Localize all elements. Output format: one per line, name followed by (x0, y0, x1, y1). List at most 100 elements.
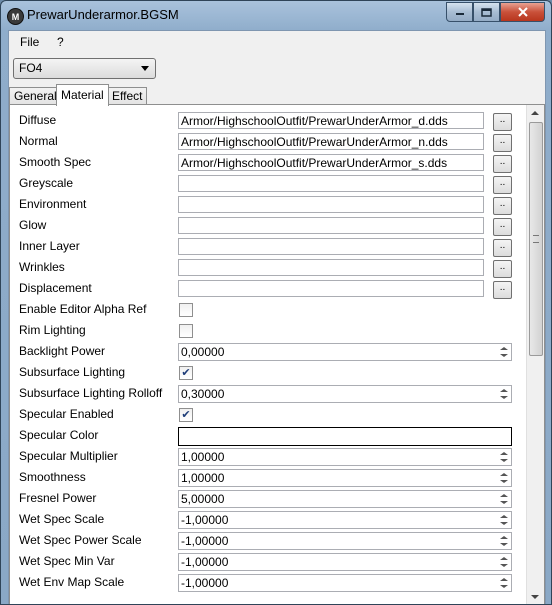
spin-up-icon[interactable] (500, 452, 508, 455)
checkbox[interactable] (179, 324, 193, 338)
texture-label: Diffuse (19, 113, 57, 127)
texture-path-field[interactable] (178, 217, 484, 234)
grip-icon (533, 235, 539, 243)
number-field[interactable]: -1,00000 (178, 574, 512, 592)
spin-buttons[interactable] (497, 533, 511, 549)
number-field[interactable]: 5,00000 (178, 490, 512, 508)
texture-path-field[interactable] (178, 259, 484, 276)
property-label: Wet Spec Min Var (19, 554, 115, 568)
browse-button[interactable]: .. (493, 281, 512, 299)
property-row: Wet Env Map Scale -1,00000 (10, 572, 520, 593)
close-button[interactable] (500, 2, 545, 22)
texture-label: Wrinkles (19, 260, 65, 274)
spin-buttons[interactable] (497, 554, 511, 570)
vertical-scrollbar[interactable] (526, 105, 544, 604)
property-row: Wet Spec Power Scale -1,00000 (10, 530, 520, 551)
texture-row: Greyscale.. (10, 173, 520, 194)
texture-path-field[interactable]: Armor/HighschoolOutfit/PrewarUnderArmor_… (178, 112, 484, 129)
scroll-up-icon[interactable] (531, 111, 539, 115)
spin-down-icon[interactable] (500, 522, 508, 525)
texture-path-field[interactable]: Armor/HighschoolOutfit/PrewarUnderArmor_… (178, 154, 484, 171)
browse-button[interactable]: .. (493, 197, 512, 215)
browse-button[interactable]: .. (493, 218, 512, 236)
spin-up-icon[interactable] (500, 536, 508, 539)
spin-down-icon[interactable] (500, 564, 508, 567)
browse-button[interactable]: .. (493, 134, 512, 152)
material-panel: Diffuse Armor/HighschoolOutfit/PrewarUnde… (9, 104, 545, 604)
spin-buttons[interactable] (497, 491, 511, 507)
property-label: Specular Enabled (19, 407, 114, 421)
spin-buttons[interactable] (497, 449, 511, 465)
app-window: M PrewarUnderarmor.BGSM File ? FO4 Gener… (0, 0, 552, 605)
property-row: Subsurface Lighting ✔ (10, 362, 520, 383)
texture-path-field[interactable] (178, 238, 484, 255)
texture-path-field[interactable]: Armor/HighschoolOutfit/PrewarUnderArmor_… (178, 133, 484, 150)
title-bar[interactable]: M PrewarUnderarmor.BGSM (1, 1, 551, 29)
spin-buttons[interactable] (497, 344, 511, 360)
texture-row: Glow.. (10, 215, 520, 236)
browse-button[interactable]: .. (493, 113, 512, 131)
spin-up-icon[interactable] (500, 515, 508, 518)
texture-row: Wrinkles.. (10, 257, 520, 278)
number-field[interactable]: 1,00000 (178, 469, 512, 487)
tab-effect[interactable]: Effect (107, 87, 148, 105)
texture-label: Greyscale (19, 176, 74, 190)
scroll-down-icon[interactable] (531, 595, 539, 599)
texture-path-field[interactable] (178, 175, 484, 192)
texture-path-field[interactable] (178, 280, 484, 297)
spin-down-icon[interactable] (500, 396, 508, 399)
menu-help[interactable]: ? (57, 35, 64, 49)
property-label: Fresnel Power (19, 491, 97, 505)
menu-file[interactable]: File (20, 35, 39, 49)
number-field[interactable]: -1,00000 (178, 553, 512, 571)
number-field[interactable]: -1,00000 (178, 511, 512, 529)
game-select[interactable]: FO4 (13, 58, 156, 79)
maximize-button[interactable] (473, 2, 500, 22)
texture-row: Inner Layer.. (10, 236, 520, 257)
spin-up-icon[interactable] (500, 473, 508, 476)
number-field[interactable]: 0,30000 (178, 385, 512, 403)
spin-up-icon[interactable] (500, 347, 508, 350)
texture-path-field[interactable] (178, 196, 484, 213)
property-label: Specular Color (19, 428, 99, 442)
spin-up-icon[interactable] (500, 389, 508, 392)
spin-buttons[interactable] (497, 386, 511, 402)
tab-strip: General Material Effect (9, 84, 545, 106)
browse-button[interactable]: .. (493, 260, 512, 278)
spin-down-icon[interactable] (500, 543, 508, 546)
spin-up-icon[interactable] (500, 494, 508, 497)
spin-buttons[interactable] (497, 470, 511, 486)
number-value: -1,00000 (181, 534, 229, 548)
minimize-icon (455, 13, 464, 15)
property-row: Enable Editor Alpha Ref (10, 299, 520, 320)
spin-buttons[interactable] (497, 512, 511, 528)
spin-down-icon[interactable] (500, 480, 508, 483)
checkbox[interactable] (179, 303, 193, 317)
spin-buttons[interactable] (497, 575, 511, 591)
app-icon[interactable]: M (7, 8, 24, 25)
number-field[interactable]: 1,00000 (178, 448, 512, 466)
browse-button[interactable]: .. (493, 155, 512, 173)
caption-buttons (446, 2, 545, 22)
property-row: Backlight Power 0,00000 (10, 341, 520, 362)
browse-button[interactable]: .. (493, 239, 512, 257)
spin-down-icon[interactable] (500, 585, 508, 588)
spin-down-icon[interactable] (500, 459, 508, 462)
number-value: -1,00000 (181, 576, 229, 590)
scrollbar-thumb[interactable] (529, 122, 543, 356)
tab-general[interactable]: General (9, 87, 62, 105)
checkmark-icon: ✔ (181, 409, 191, 421)
tab-material[interactable]: Material (56, 84, 109, 106)
property-label: Subsurface Lighting Rolloff (19, 386, 163, 400)
spin-up-icon[interactable] (500, 578, 508, 581)
number-field[interactable]: -1,00000 (178, 532, 512, 550)
minimize-button[interactable] (446, 2, 473, 22)
spin-up-icon[interactable] (500, 557, 508, 560)
color-field[interactable] (178, 427, 512, 446)
checkbox[interactable]: ✔ (179, 366, 193, 380)
checkbox[interactable]: ✔ (179, 408, 193, 422)
number-field[interactable]: 0,00000 (178, 343, 512, 361)
browse-button[interactable]: .. (493, 176, 512, 194)
spin-down-icon[interactable] (500, 501, 508, 504)
spin-down-icon[interactable] (500, 354, 508, 357)
